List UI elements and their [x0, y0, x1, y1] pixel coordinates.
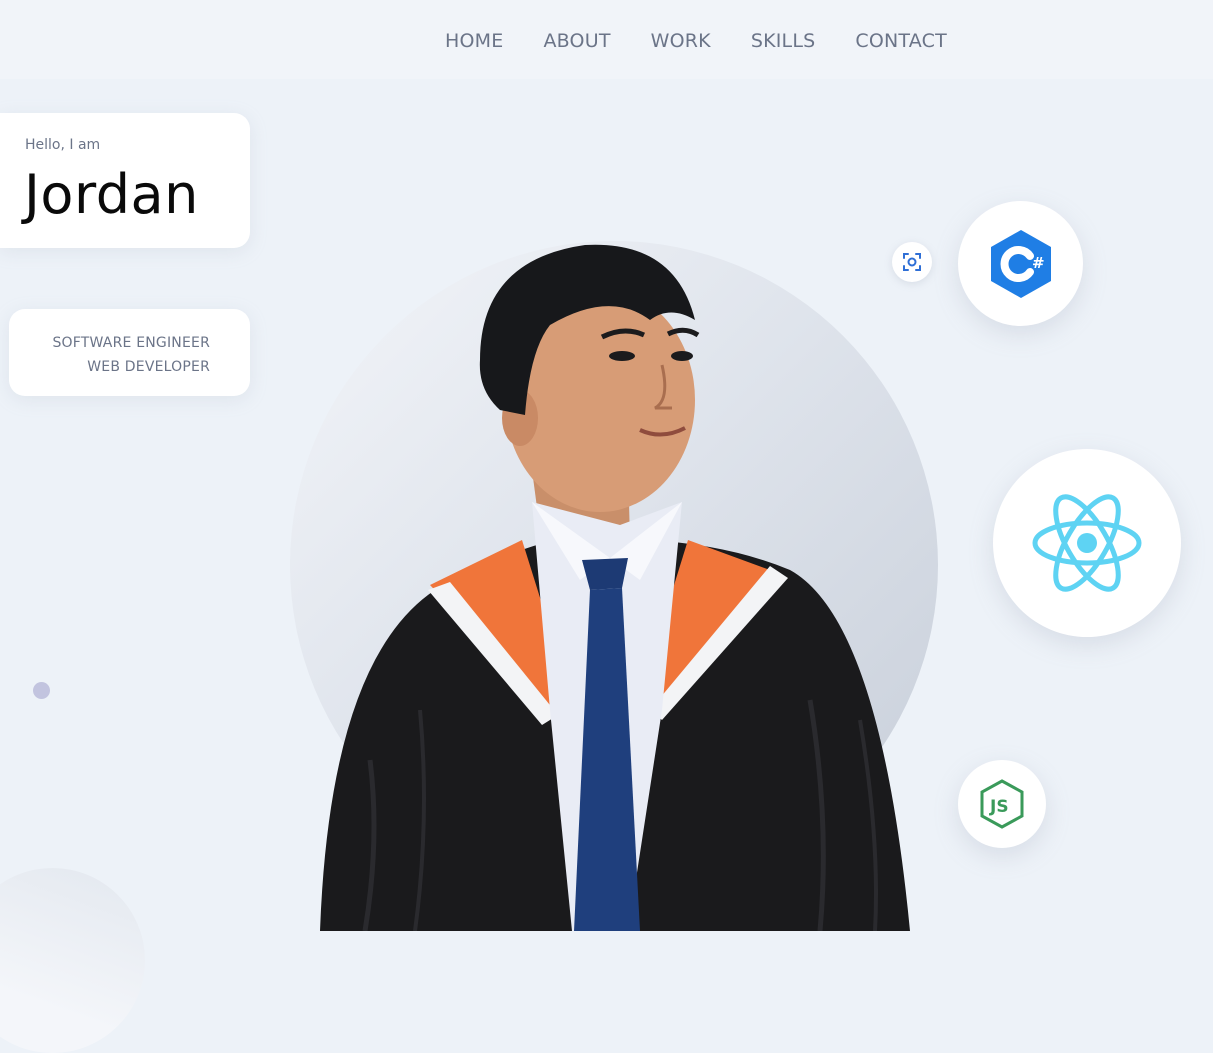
nav-contact-link[interactable]: CONTACT: [855, 30, 947, 52]
nav-skills-link[interactable]: SKILLS: [751, 30, 816, 52]
nodejs-skill-bubble: JS: [958, 760, 1046, 848]
name-heading: Jordan: [24, 163, 199, 226]
role-card: SOFTWARE ENGINEER WEB DEVELOPER: [9, 309, 250, 396]
nav-home-link[interactable]: HOME: [445, 30, 503, 52]
nav-about-link[interactable]: ABOUT: [543, 30, 610, 52]
csharp-skill-bubble: #: [958, 201, 1083, 326]
role-web-developer: WEB DEVELOPER: [87, 359, 210, 375]
role-software-engineer: SOFTWARE ENGINEER: [52, 335, 210, 351]
scan-icon: [903, 253, 921, 271]
nav-links: HOME ABOUT WORK SKILLS CONTACT: [445, 30, 947, 52]
decorative-dot: [33, 682, 50, 699]
svg-text:#: #: [1032, 254, 1045, 272]
profile-portrait: [320, 244, 910, 931]
svg-text:JS: JS: [989, 797, 1009, 817]
nav-work-link[interactable]: WORK: [651, 30, 711, 52]
greeting-card: Hello, I am Jordan: [0, 113, 250, 248]
greeting-text: Hello, I am: [25, 137, 101, 153]
scan-button[interactable]: [892, 242, 932, 282]
nodejs-icon: JS: [980, 779, 1024, 829]
decorative-circle: [0, 868, 145, 1053]
react-icon: [1032, 494, 1142, 592]
react-skill-bubble: [993, 449, 1181, 637]
navbar: HOME ABOUT WORK SKILLS CONTACT: [0, 0, 1213, 79]
csharp-icon: #: [990, 229, 1051, 298]
